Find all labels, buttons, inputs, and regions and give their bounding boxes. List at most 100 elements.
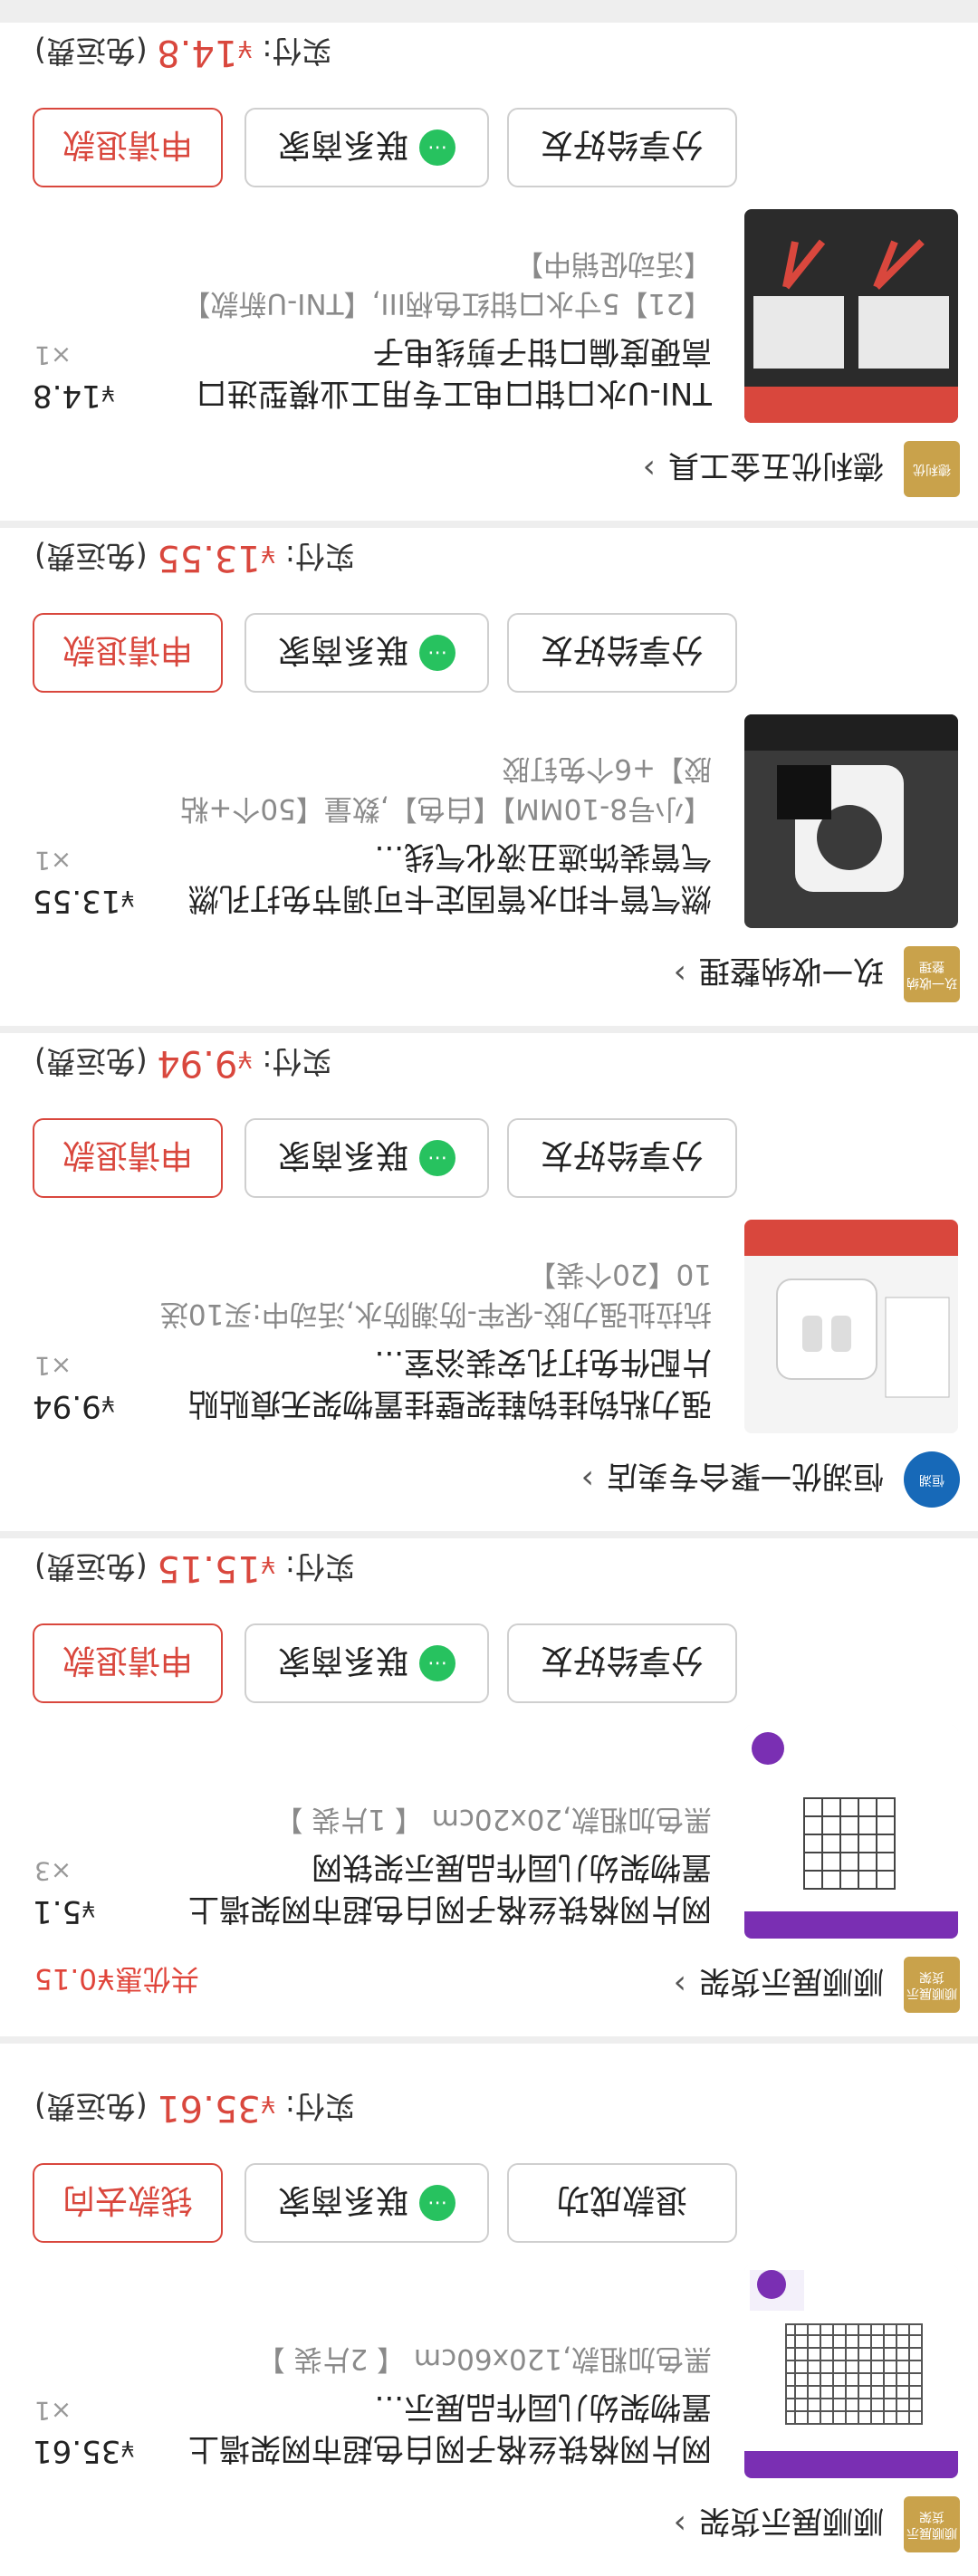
share-button[interactable]: 分享给好友 <box>507 1623 737 1703</box>
product-price: ¥9.94 <box>33 1388 115 1424</box>
store-header[interactable]: 玖一收纳整理 玖一收纳整理 › <box>674 946 960 1002</box>
currency-symbol: ¥ <box>237 34 253 62</box>
store-logo: 德利优 <box>904 441 960 497</box>
product-spec: 黑色加粗款,20x20cm 【 1片装 】 <box>274 1803 712 1835</box>
shipping-note: (免运费) <box>34 2089 148 2124</box>
price-value: 5.1 <box>33 1893 82 1930</box>
contact-seller-label: 联系商家 <box>278 2181 409 2218</box>
currency-symbol: ¥ <box>260 2090 276 2117</box>
product-quantity: ×1 <box>34 2396 72 2426</box>
chevron-right-icon: › <box>642 450 656 488</box>
paid-label: 实付: <box>284 2089 355 2124</box>
order-card: 玖一收纳整理 玖一收纳整理 › 燃气管卡扣水管固定卡可调节免打孔燃气管装饰遮丑液… <box>0 528 978 1026</box>
share-button[interactable]: 分享给好友 <box>507 613 737 693</box>
shipping-note: (免运费) <box>34 539 148 574</box>
product-price: ¥35.61 <box>33 2433 135 2469</box>
order-actions: 分享给好友 ⋯ 联系商家 申请退款 <box>0 106 978 187</box>
store-name[interactable]: 顺顺展示货架 <box>699 2503 884 2547</box>
product-thumbnail[interactable] <box>744 1220 958 1433</box>
currency-symbol: ¥ <box>260 1550 276 1577</box>
paid-label: 实付: <box>284 539 355 574</box>
currency-symbol: ¥ <box>82 1896 96 1921</box>
currency-symbol: ¥ <box>260 540 276 567</box>
paid-label: 实付: <box>262 34 332 69</box>
product-quantity: ×1 <box>34 846 72 876</box>
product-title[interactable]: 网片网格铁丝格子网白色超市网架墙上置物架幼儿园作品展示... <box>168 2386 712 2469</box>
store-logo: 玖一收纳整理 <box>904 946 960 1002</box>
product-title[interactable]: 燃气管卡扣水管固定卡可调节免打孔燃气管装饰遮丑液化气线... <box>168 836 712 919</box>
order-actions: 退款成功 ⋯ 联系商家 钱款去向 <box>0 2161 978 2243</box>
contact-seller-button[interactable]: ⋯ 联系商家 <box>244 1118 489 1198</box>
order-card: 顺顺展示货架 顺顺展示货架 › 共优惠¥0.15 网片网格铁丝格子网白色超市网架… <box>0 1538 978 2036</box>
product-spec: 抗拉扯强力胶-保牢-防潮防水,活动中:买10送10【20个装】 <box>159 1258 712 1330</box>
paid-value: 14.8 <box>157 32 238 73</box>
share-button[interactable]: 分享给好友 <box>507 1118 737 1198</box>
contact-seller-button[interactable]: ⋯ 联系商家 <box>244 108 489 187</box>
paid-value: 35.61 <box>157 2087 261 2129</box>
contact-seller-label: 联系商家 <box>278 1136 409 1173</box>
chevron-right-icon: › <box>673 1966 686 2004</box>
chat-icon: ⋯ <box>419 2185 456 2221</box>
currency-symbol: ¥ <box>101 1391 115 1416</box>
store-header[interactable]: 顺顺展示货架 顺顺展示货架 › <box>674 1957 960 2013</box>
contact-seller-label: 联系商家 <box>278 631 409 668</box>
contact-seller-button[interactable]: ⋯ 联系商家 <box>244 613 489 693</box>
request-refund-button[interactable]: 申请退款 <box>33 1118 223 1198</box>
price-value: 14.8 <box>33 378 101 414</box>
discount-text: 共优惠¥0.15 <box>34 1962 199 1995</box>
store-logo: 恒湖 <box>904 1451 960 1508</box>
product-thumbnail[interactable] <box>744 1725 958 1939</box>
request-refund-button[interactable]: 申请退款 <box>33 1623 223 1703</box>
request-refund-button[interactable]: 申请退款 <box>33 108 223 187</box>
product-title[interactable]: TNI-U水口钳口电工专用工业模型进口高硬度偏口钳子剪线电子 <box>168 330 712 414</box>
store-header[interactable]: 恒湖 恒湖优一聚合专卖店 › <box>581 1451 960 1508</box>
paid-summary: 实付: ¥35.61 (免运费) <box>34 2087 355 2131</box>
product-thumbnail[interactable] <box>744 714 958 928</box>
currency-symbol: ¥ <box>101 380 115 406</box>
order-card: 德利优 德利优五金工具 › TNI-U水口钳口电工专用工业模型进口高硬度偏口钳子… <box>0 23 978 521</box>
paid-summary: 实付: ¥15.15 (免运费) <box>34 1547 355 1591</box>
paid-label: 实付: <box>262 1044 332 1079</box>
product-spec: 【小号8-10MM】【白色】,数量【50个+粘胶】+6个免钉胶 <box>180 752 712 825</box>
store-header[interactable]: 德利优 德利优五金工具 › <box>643 441 960 497</box>
store-name[interactable]: 玖一收纳整理 <box>699 953 884 997</box>
store-name[interactable]: 恒湖优一聚合专卖店 <box>607 1458 884 1502</box>
paid-value: 13.55 <box>157 537 261 579</box>
paid-label: 实付: <box>284 1549 355 1585</box>
product-quantity: ×3 <box>34 1856 72 1886</box>
store-name[interactable]: 德利优五金工具 <box>668 447 884 492</box>
contact-seller-label: 联系商家 <box>278 126 409 163</box>
product-title[interactable]: 强力粘钩挂钩鞋架壁挂置物架无痕贴贴片配件免打孔安装浴室... <box>168 1341 712 1424</box>
money-whereabouts-button[interactable]: 钱款去向 <box>33 2163 223 2243</box>
contact-seller-button[interactable]: ⋯ 联系商家 <box>244 2163 489 2243</box>
price-value: 13.55 <box>33 883 121 919</box>
product-thumbnail[interactable] <box>744 2265 958 2478</box>
paid-amount: ¥35.61 <box>157 2087 275 2129</box>
product-thumbnail[interactable] <box>744 209 958 423</box>
order-card: 恒湖 恒湖优一聚合专卖店 › 强力粘钩挂钩鞋架壁挂置物架无痕贴贴片配件免打孔安装… <box>0 1033 978 1531</box>
chat-icon: ⋯ <box>419 1645 456 1681</box>
product-title[interactable]: 网片网格铁丝格子网白色超市网架墙上置物架幼儿园作品展示架铁网 <box>168 1846 712 1930</box>
product-price: ¥14.8 <box>33 378 115 414</box>
chevron-right-icon: › <box>580 1460 594 1499</box>
shipping-note: (免运费) <box>34 1549 148 1585</box>
shipping-note: (免运费) <box>34 1044 148 1079</box>
share-button[interactable]: 分享给好友 <box>507 108 737 187</box>
store-header[interactable]: 顺顺展示货架 顺顺展示货架 › <box>674 2496 960 2552</box>
product-quantity: ×1 <box>34 1351 72 1381</box>
product-price: ¥5.1 <box>33 1893 95 1930</box>
chat-icon: ⋯ <box>419 1140 456 1176</box>
currency-symbol: ¥ <box>120 886 135 911</box>
product-quantity: ×1 <box>34 340 72 370</box>
order-actions: 分享给好友 ⋯ 联系商家 申请退款 <box>0 1116 978 1198</box>
paid-amount: ¥9.94 <box>157 1042 253 1084</box>
refund-status-button[interactable]: 退款成功 <box>507 2163 737 2243</box>
order-actions: 分享给好友 ⋯ 联系商家 申请退款 <box>0 1622 978 1703</box>
chevron-right-icon: › <box>673 955 686 993</box>
contact-seller-button[interactable]: ⋯ 联系商家 <box>244 1623 489 1703</box>
contact-seller-label: 联系商家 <box>278 1642 409 1679</box>
paid-summary: 实付: ¥14.8 (免运费) <box>34 32 331 75</box>
order-actions: 分享给好友 ⋯ 联系商家 申请退款 <box>0 611 978 693</box>
store-name[interactable]: 顺顺展示货架 <box>699 1963 884 2007</box>
request-refund-button[interactable]: 申请退款 <box>33 613 223 693</box>
